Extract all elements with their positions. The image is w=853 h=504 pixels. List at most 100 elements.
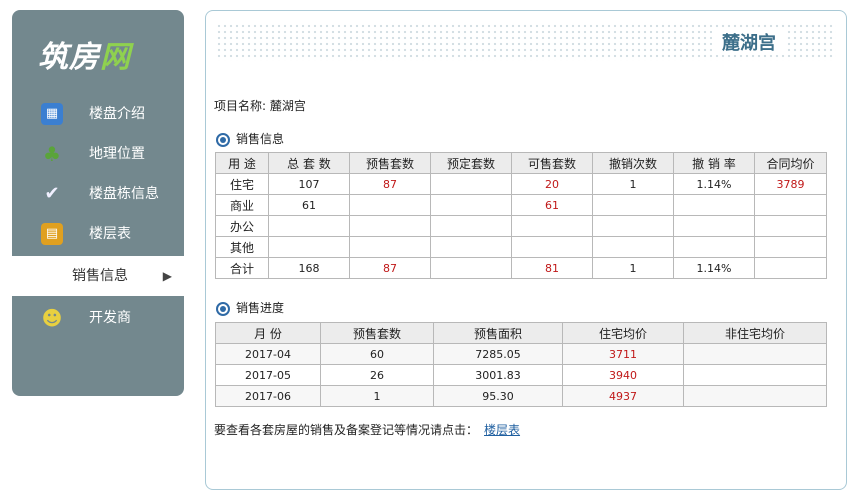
table-cell: 3940 <box>562 364 684 386</box>
table-cell <box>511 236 593 258</box>
table-cell <box>592 236 674 258</box>
table-row: 2017-04 60 7285.05 3711 <box>215 343 827 365</box>
sales-info-table: 用 途 总 套 数 预售套数 预定套数 可售套数 撤销次数 撤 销 率 合同均价… <box>215 152 827 279</box>
section-title: 销售信息 <box>236 132 285 146</box>
column-header: 可售套数 <box>511 152 593 174</box>
sidebar-item-sales-info[interactable]: 销售信息 ▶ <box>12 256 184 296</box>
column-header: 住宅均价 <box>562 322 684 344</box>
floor-table-link[interactable]: 楼层表 <box>484 423 520 437</box>
developer-icon: ☻ <box>41 306 63 330</box>
table-cell <box>430 215 512 237</box>
sidebar-item-label: 地理位置 <box>89 146 145 162</box>
table-cell <box>754 236 827 258</box>
sidebar-item-developer[interactable]: ☻ 开发商 <box>12 298 184 338</box>
table-cell: 26 <box>320 364 434 386</box>
sidebar-item-location[interactable]: ♣ 地理位置 <box>12 134 184 174</box>
table-cell: 168 <box>268 257 350 279</box>
sales-progress-table: 月 份 预售套数 预售面积 住宅均价 非住宅均价 2017-04 60 7285… <box>215 322 827 407</box>
table-cell: 商业 <box>215 194 269 216</box>
project-name-value: 麓湖宫 <box>269 99 306 113</box>
table-cell <box>430 194 512 216</box>
sidebar-item-building-units[interactable]: ✔ 楼盘栋信息 <box>12 174 184 214</box>
sidebar-item-label: 楼层表 <box>89 226 131 242</box>
column-header: 撤销次数 <box>592 152 674 174</box>
table-cell <box>511 215 593 237</box>
site-logo[interactable]: 筑房网 <box>38 32 131 76</box>
table-cell <box>349 215 431 237</box>
table-cell: 1 <box>592 173 674 195</box>
sidebar: 筑房网 ▦ 楼盘介绍 ♣ 地理位置 ✔ 楼盘栋信息 ▤ 楼层表 销售信息 ▶ ☻… <box>12 10 184 396</box>
table-cell <box>673 194 755 216</box>
table-row: 2017-06 1 95.30 4937 <box>215 385 827 407</box>
table-cell: 61 <box>268 194 350 216</box>
column-header: 预售套数 <box>349 152 431 174</box>
column-header: 预售面积 <box>433 322 563 344</box>
table-row: 2017-05 26 3001.83 3940 <box>215 364 827 386</box>
table-cell <box>754 257 827 279</box>
table-cell: 1 <box>320 385 434 407</box>
table-cell: 3711 <box>562 343 684 365</box>
project-name-line: 项目名称: 麓湖宫 <box>214 97 306 114</box>
arrow-right-icon: ▶ <box>162 269 172 283</box>
column-header: 撤 销 率 <box>673 152 755 174</box>
floor-chart-icon: ▤ <box>41 223 63 245</box>
hint-text: 要查看各套房屋的销售及备案登记等情况请点击： <box>214 423 479 437</box>
table-row: 合计 168 87 81 1 1.14% <box>215 257 827 279</box>
sidebar-nav: ▦ 楼盘介绍 ♣ 地理位置 ✔ 楼盘栋信息 ▤ 楼层表 销售信息 ▶ ☻ 开发商 <box>12 94 184 338</box>
sidebar-item-building-intro[interactable]: ▦ 楼盘介绍 <box>12 94 184 134</box>
table-cell <box>754 215 827 237</box>
table-cell <box>430 173 512 195</box>
sidebar-item-label: 楼盘介绍 <box>89 106 145 122</box>
table-cell: 住宅 <box>215 173 269 195</box>
table-cell: 3789 <box>754 173 827 195</box>
table-cell: 2017-04 <box>215 343 321 365</box>
tree-location-icon: ♣ <box>43 142 61 166</box>
table-cell <box>592 194 674 216</box>
sidebar-item-label: 开发商 <box>89 310 131 326</box>
table-cell <box>673 236 755 258</box>
page-title: 麓湖宫 <box>712 29 786 55</box>
column-header: 月 份 <box>215 322 321 344</box>
table-cell: 1.14% <box>673 257 755 279</box>
table-row: 其他 <box>215 236 827 258</box>
table-cell: 合计 <box>215 257 269 279</box>
table-row: 商业 61 61 <box>215 194 827 216</box>
logo-text: 筑房 <box>38 40 100 75</box>
table-row: 办公 <box>215 215 827 237</box>
table-cell: 2017-05 <box>215 364 321 386</box>
sidebar-item-label: 销售信息 <box>72 268 128 284</box>
table-cell <box>268 236 350 258</box>
column-header: 预定套数 <box>430 152 512 174</box>
table-cell <box>592 215 674 237</box>
bullet-icon <box>216 301 230 316</box>
sales-info-heading: 销售信息 <box>216 130 284 147</box>
sidebar-item-label: 楼盘栋信息 <box>89 186 159 202</box>
logo-text-accent: 网 <box>100 40 131 75</box>
column-header: 预售套数 <box>320 322 434 344</box>
table-cell <box>683 343 827 365</box>
table-cell <box>349 194 431 216</box>
v-badge-icon: ✔ <box>44 183 60 204</box>
table-cell <box>430 257 512 279</box>
table-cell <box>754 194 827 216</box>
table-cell: 20 <box>511 173 593 195</box>
table-cell: 1.14% <box>673 173 755 195</box>
section-title: 销售进度 <box>236 301 285 315</box>
bullet-icon <box>216 132 230 147</box>
table-header-row: 用 途 总 套 数 预售套数 预定套数 可售套数 撤销次数 撤 销 率 合同均价 <box>215 152 827 174</box>
column-header: 非住宅均价 <box>683 322 827 344</box>
column-header: 用 途 <box>215 152 269 174</box>
table-cell <box>349 236 431 258</box>
sidebar-item-floor-table[interactable]: ▤ 楼层表 <box>12 214 184 254</box>
table-cell: 7285.05 <box>433 343 563 365</box>
column-header: 合同均价 <box>754 152 827 174</box>
table-cell: 60 <box>320 343 434 365</box>
table-cell: 其他 <box>215 236 269 258</box>
table-cell: 3001.83 <box>433 364 563 386</box>
table-cell: 4937 <box>562 385 684 407</box>
building-info-icon: ▦ <box>41 103 63 125</box>
table-cell: 61 <box>511 194 593 216</box>
column-header: 总 套 数 <box>268 152 350 174</box>
table-cell <box>430 236 512 258</box>
project-name-label: 项目名称: <box>214 99 267 113</box>
